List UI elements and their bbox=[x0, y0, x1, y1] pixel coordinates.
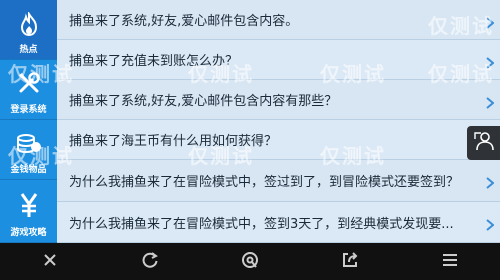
list-item[interactable]: 捕鱼来了充值未到账怎么办？ bbox=[57, 40, 500, 80]
sidebar-item-login[interactable]: 登录系统 bbox=[0, 60, 57, 120]
open-in-browser-button[interactable] bbox=[235, 247, 265, 277]
question-text: 为什么我捕鱼来了在冒险模式中，签过到了，到冒险模式还要签到？ bbox=[69, 175, 460, 190]
category-sidebar: 热点 登录系统 金钱物品 游戏攻略 bbox=[0, 0, 57, 243]
feedback-tab[interactable] bbox=[467, 126, 500, 160]
question-text: 捕鱼来了充值未到账怎么办？ bbox=[69, 54, 239, 69]
list-item[interactable]: 为什么我捕鱼来了在冒险模式中，签到3天了，到经典模式发现要... bbox=[57, 202, 500, 243]
chevron-right-icon bbox=[486, 216, 495, 235]
sidebar-item-label: 游戏攻略 bbox=[10, 228, 47, 238]
list-item[interactable]: 捕鱼来了系统,好友,爱心邮件包含内容有那些？ bbox=[57, 80, 500, 120]
tools-icon bbox=[16, 70, 42, 99]
question-text: 为什么我捕鱼来了在冒险模式中，签到3天了，到经典模式发现要... bbox=[69, 216, 454, 232]
chevron-right-icon bbox=[486, 14, 495, 33]
share-icon bbox=[341, 251, 359, 273]
sidebar-item-guide[interactable]: 游戏攻略 bbox=[0, 180, 57, 243]
question-list: 捕鱼来了系统,好友,爱心邮件包含内容。 捕鱼来了充值未到账怎么办？ 捕鱼来了系统… bbox=[57, 0, 500, 243]
sidebar-item-money[interactable]: 金钱物品 bbox=[0, 120, 57, 180]
question-text: 捕鱼来了系统,好友,爱心邮件包含内容。 bbox=[69, 14, 299, 29]
menu-button[interactable] bbox=[435, 247, 465, 277]
chevron-right-icon bbox=[486, 174, 495, 193]
screen: 热点 登录系统 金钱物品 游戏攻略 捕鱼来了系统,好友,爱心邮件包含内容。 捕鱼… bbox=[0, 0, 500, 243]
question-text: 捕鱼来了系统,好友,爱心邮件包含内容有那些？ bbox=[69, 94, 338, 109]
menu-icon bbox=[441, 252, 459, 272]
sidebar-item-label: 金钱物品 bbox=[10, 165, 47, 175]
sidebar-item-label: 热点 bbox=[19, 45, 38, 55]
sidebar-item-hot[interactable]: 热点 bbox=[0, 0, 57, 60]
close-button[interactable] bbox=[35, 247, 65, 277]
list-item[interactable]: 捕鱼来了海王币有什么用如何获得？ bbox=[57, 120, 500, 160]
refresh-icon bbox=[141, 251, 159, 273]
chevron-right-icon bbox=[486, 54, 495, 73]
chat-user-icon bbox=[473, 130, 495, 156]
coins-icon bbox=[15, 132, 43, 159]
refresh-button[interactable] bbox=[135, 247, 165, 277]
sidebar-item-label: 登录系统 bbox=[10, 105, 47, 115]
list-item[interactable]: 为什么我捕鱼来了在冒险模式中，签过到了，到冒险模式还要签到？ bbox=[57, 160, 500, 202]
close-icon bbox=[43, 252, 57, 271]
share-button[interactable] bbox=[335, 247, 365, 277]
question-text: 捕鱼来了海王币有什么用如何获得？ bbox=[69, 134, 278, 149]
yen-icon bbox=[17, 191, 41, 222]
chevron-right-icon bbox=[486, 94, 495, 113]
browser-icon bbox=[240, 250, 260, 274]
browser-toolbar bbox=[0, 243, 500, 280]
list-item[interactable]: 捕鱼来了系统,好友,爱心邮件包含内容。 bbox=[57, 0, 500, 40]
flame-icon bbox=[19, 10, 39, 39]
